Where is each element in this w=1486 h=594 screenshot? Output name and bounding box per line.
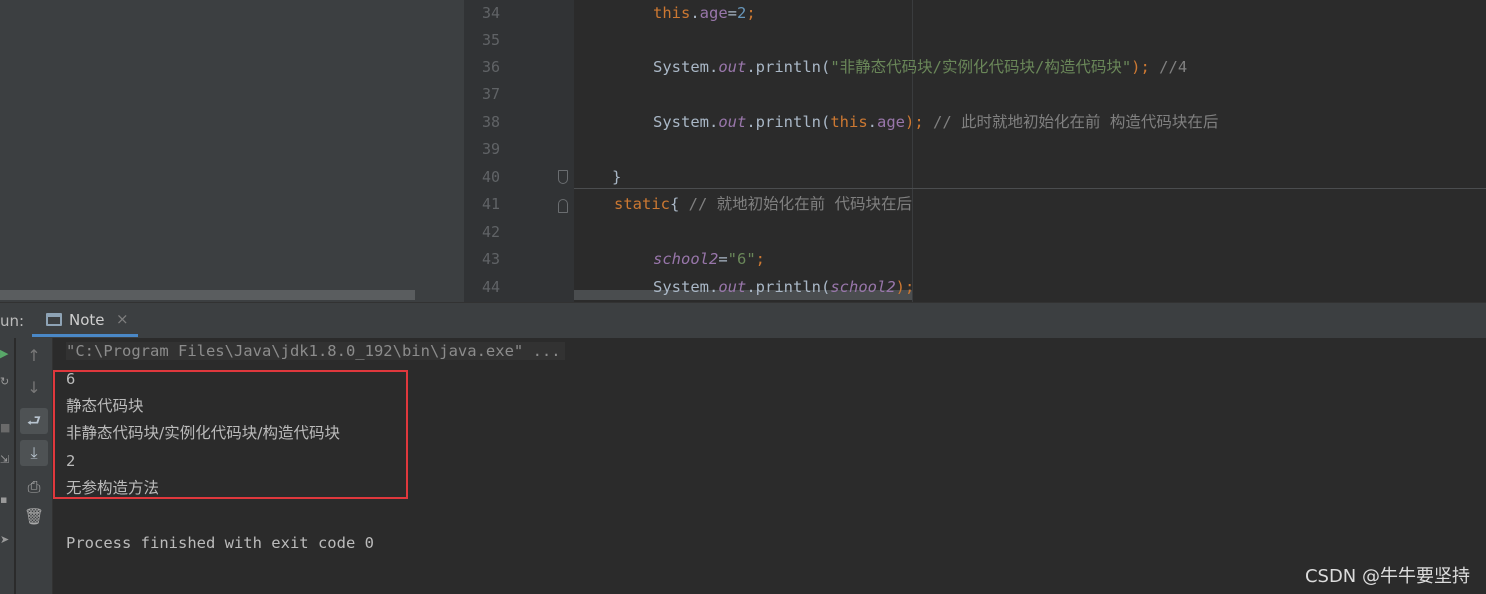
code-line-38[interactable]: System.out.println(this.age); // 此时就地初始化… [653,109,1218,136]
comment-token: //4 [1159,58,1188,76]
token: ); [895,278,915,296]
field-token: school2 [653,250,719,268]
stop-icon[interactable]: ■ [0,422,12,434]
token: = [727,4,738,22]
field-token: out [718,58,747,76]
line-number: 35 [481,31,500,49]
soft-wrap-icon[interactable]: ⮐ [20,408,48,434]
field-token: out [718,113,747,131]
line-number: 36 [481,58,500,76]
comment-token: // 就地初始化在前 代码块在后 [688,195,912,213]
run-tool-window-header: un: Note × [0,302,1486,338]
string-token: "6" [727,250,756,268]
project-panel-scrollbar[interactable] [0,290,415,300]
project-panel [0,0,464,302]
console-command-text: "C:\Program Files\Java\jdk1.8.0_192\bin\… [66,342,565,360]
code-line-41[interactable]: static{ // 就地初始化在前 代码块在后 [614,191,912,218]
line-number: 34 [481,4,500,22]
code-line-43[interactable]: school2="6"; [653,246,765,273]
number-token: 2 [737,4,747,22]
fold-start-icon[interactable] [558,199,568,213]
string-token: "非静态代码块/实例化代码块/构造代码块" [830,58,1132,76]
token: . [690,4,700,22]
token: . [867,113,877,131]
token: = [718,250,728,268]
rerun-icon[interactable]: ↻ [0,376,12,388]
field-token: age [877,113,905,131]
field-token: out [718,278,747,296]
run-tab-note[interactable]: Note × [32,303,138,337]
run-left-toolbar: ▶ ↻ ■ ⇲ ▪ ➤ [0,338,14,594]
scroll-to-end-icon[interactable]: ⤓ [20,440,48,466]
pin-icon[interactable]: ➤ [0,534,12,546]
token: System. [653,58,719,76]
line-number: 40 [481,168,500,186]
code-line-34[interactable]: this.age=2; [653,0,756,27]
line-number: 44 [481,278,500,296]
code-line-36[interactable]: System.out.println("非静态代码块/实例化代码块/构造代码块"… [653,54,1187,81]
field-token: age [699,4,728,22]
token: } [612,168,622,186]
close-icon[interactable]: × [116,310,129,328]
trash-icon[interactable]: 🗑 [20,504,48,530]
output-highlight-box [53,370,408,499]
field-token: school2 [830,278,896,296]
watermark: CSDN @牛牛要坚持 [1304,566,1470,587]
token: { [670,195,689,213]
run-icon[interactable]: ▶ [0,348,12,360]
token: System. [653,113,719,131]
line-number: 39 [481,140,500,158]
print-icon[interactable]: ⎙ [20,474,48,500]
code-line-40[interactable]: } [612,164,621,191]
token: .println( [746,113,831,131]
method-separator [574,188,1486,189]
token: ; [746,4,756,22]
scroll-down-icon[interactable]: ↓ [20,375,48,401]
keyword: this [653,4,691,22]
line-number: 42 [481,223,500,241]
layout-icon[interactable]: ▪ [0,494,12,506]
line-number: 37 [481,85,500,103]
token: ; [755,250,766,268]
token: ); [905,113,933,131]
keyword: static [614,195,670,213]
code-line-44[interactable]: System.out.println(school2); [653,274,914,301]
run-label: un: [0,312,25,330]
console-command-line: "C:\Program Files\Java\jdk1.8.0_192\bin\… [66,338,565,365]
line-number: 43 [481,250,500,268]
right-margin-guide [912,0,913,302]
console-exit-line: Process finished with exit code 0 [66,534,374,552]
token: ); [1131,58,1160,76]
token: System. [653,278,719,296]
console-icon [46,313,62,326]
fold-end-icon[interactable] [558,170,568,184]
line-number: 41 [481,195,500,213]
token: .println( [746,278,831,296]
restore-icon[interactable]: ⇲ [0,454,12,466]
scroll-up-icon[interactable]: ↑ [20,343,48,369]
line-number: 38 [481,113,500,131]
run-tab-label: Note [69,311,105,329]
keyword: this [830,113,868,131]
comment-token: // 此时就地初始化在前 构造代码块在后 [933,113,1219,131]
token: .println( [746,58,831,76]
